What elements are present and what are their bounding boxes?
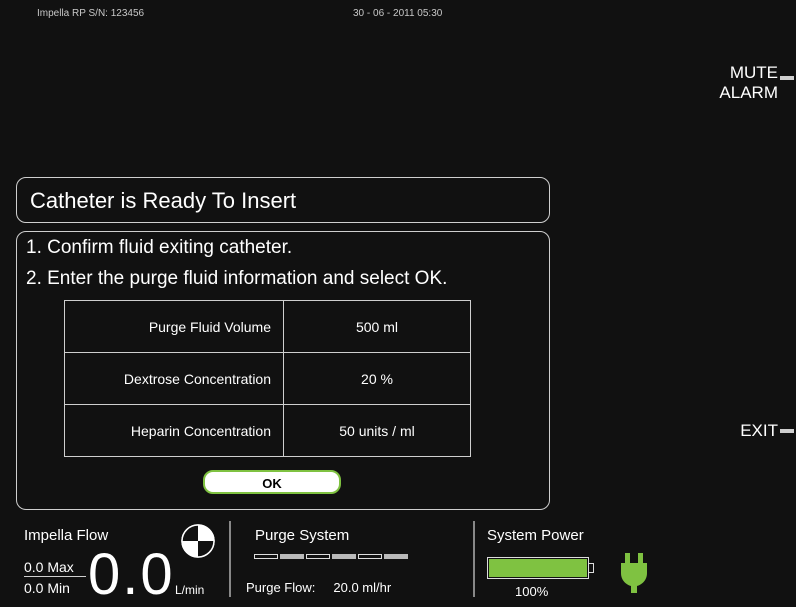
dialog-title: Catheter is Ready To Insert bbox=[16, 177, 550, 223]
purge-segment bbox=[358, 554, 382, 559]
battery-percent: 100% bbox=[515, 584, 549, 599]
mute-alarm-button[interactable]: MUTE ALARM bbox=[719, 63, 794, 103]
exit-button[interactable]: EXIT bbox=[740, 421, 794, 441]
table-row: Dextrose Concentration 20 % bbox=[64, 352, 471, 405]
purge-volume-label: Purge Fluid Volume bbox=[64, 300, 284, 353]
heparin-value[interactable]: 50 units / ml bbox=[283, 404, 471, 457]
purge-segment bbox=[254, 554, 278, 559]
purge-segment bbox=[384, 554, 408, 559]
status-divider bbox=[473, 521, 475, 597]
instruction-1: 1. Confirm fluid exiting catheter. bbox=[26, 237, 293, 258]
purge-segment bbox=[332, 554, 356, 559]
exit-label: EXIT bbox=[740, 421, 778, 440]
dextrose-label: Dextrose Concentration bbox=[64, 352, 284, 405]
plug-icon bbox=[621, 553, 647, 593]
purge-params-table: Purge Fluid Volume 500 ml Dextrose Conce… bbox=[64, 300, 471, 457]
battery-icon bbox=[487, 557, 589, 579]
mute-label-line1: MUTE bbox=[729, 63, 778, 82]
status-divider bbox=[229, 521, 231, 597]
purge-flow: Purge Flow: 20.0 ml/hr bbox=[246, 580, 391, 595]
ok-button[interactable]: OK bbox=[203, 470, 341, 494]
purge-flow-value: 20.0 ml/hr bbox=[333, 580, 392, 595]
purge-indicator bbox=[254, 554, 408, 559]
flow-value: 0.0 bbox=[88, 542, 175, 607]
instruction-2: 2. Enter the purge fluid information and… bbox=[26, 268, 448, 289]
purge-segment bbox=[280, 554, 304, 559]
battery-fill bbox=[489, 559, 587, 577]
purge-system-title: Purge System bbox=[255, 527, 350, 544]
dextrose-value[interactable]: 20 % bbox=[283, 352, 471, 405]
purge-volume-value[interactable]: 500 ml bbox=[283, 300, 471, 353]
flow-min: 0.0 Min bbox=[24, 580, 70, 596]
fan-icon bbox=[181, 524, 215, 558]
table-row: Heparin Concentration 50 units / ml bbox=[64, 404, 471, 457]
softkey-indicator bbox=[780, 429, 794, 433]
dialog-body: 1. Confirm fluid exiting catheter. 2. En… bbox=[16, 231, 550, 510]
flow-max: 0.0 Max bbox=[24, 559, 74, 575]
purge-segment bbox=[306, 554, 330, 559]
maxmin-divider bbox=[24, 576, 86, 577]
table-row: Purge Fluid Volume 500 ml bbox=[64, 300, 471, 353]
serial-number: Impella RP S/N: 123456 bbox=[37, 8, 145, 19]
softkey-indicator bbox=[780, 76, 794, 80]
purge-flow-label: Purge Flow: bbox=[246, 580, 316, 595]
date-time: 30 - 06 - 2011 05:30 bbox=[353, 8, 443, 19]
system-power-title: System Power bbox=[487, 527, 584, 544]
battery-terminal bbox=[589, 563, 594, 573]
flow-unit: L/min bbox=[175, 583, 205, 597]
heparin-label: Heparin Concentration bbox=[64, 404, 284, 457]
mute-label-line2: ALARM bbox=[719, 83, 778, 102]
